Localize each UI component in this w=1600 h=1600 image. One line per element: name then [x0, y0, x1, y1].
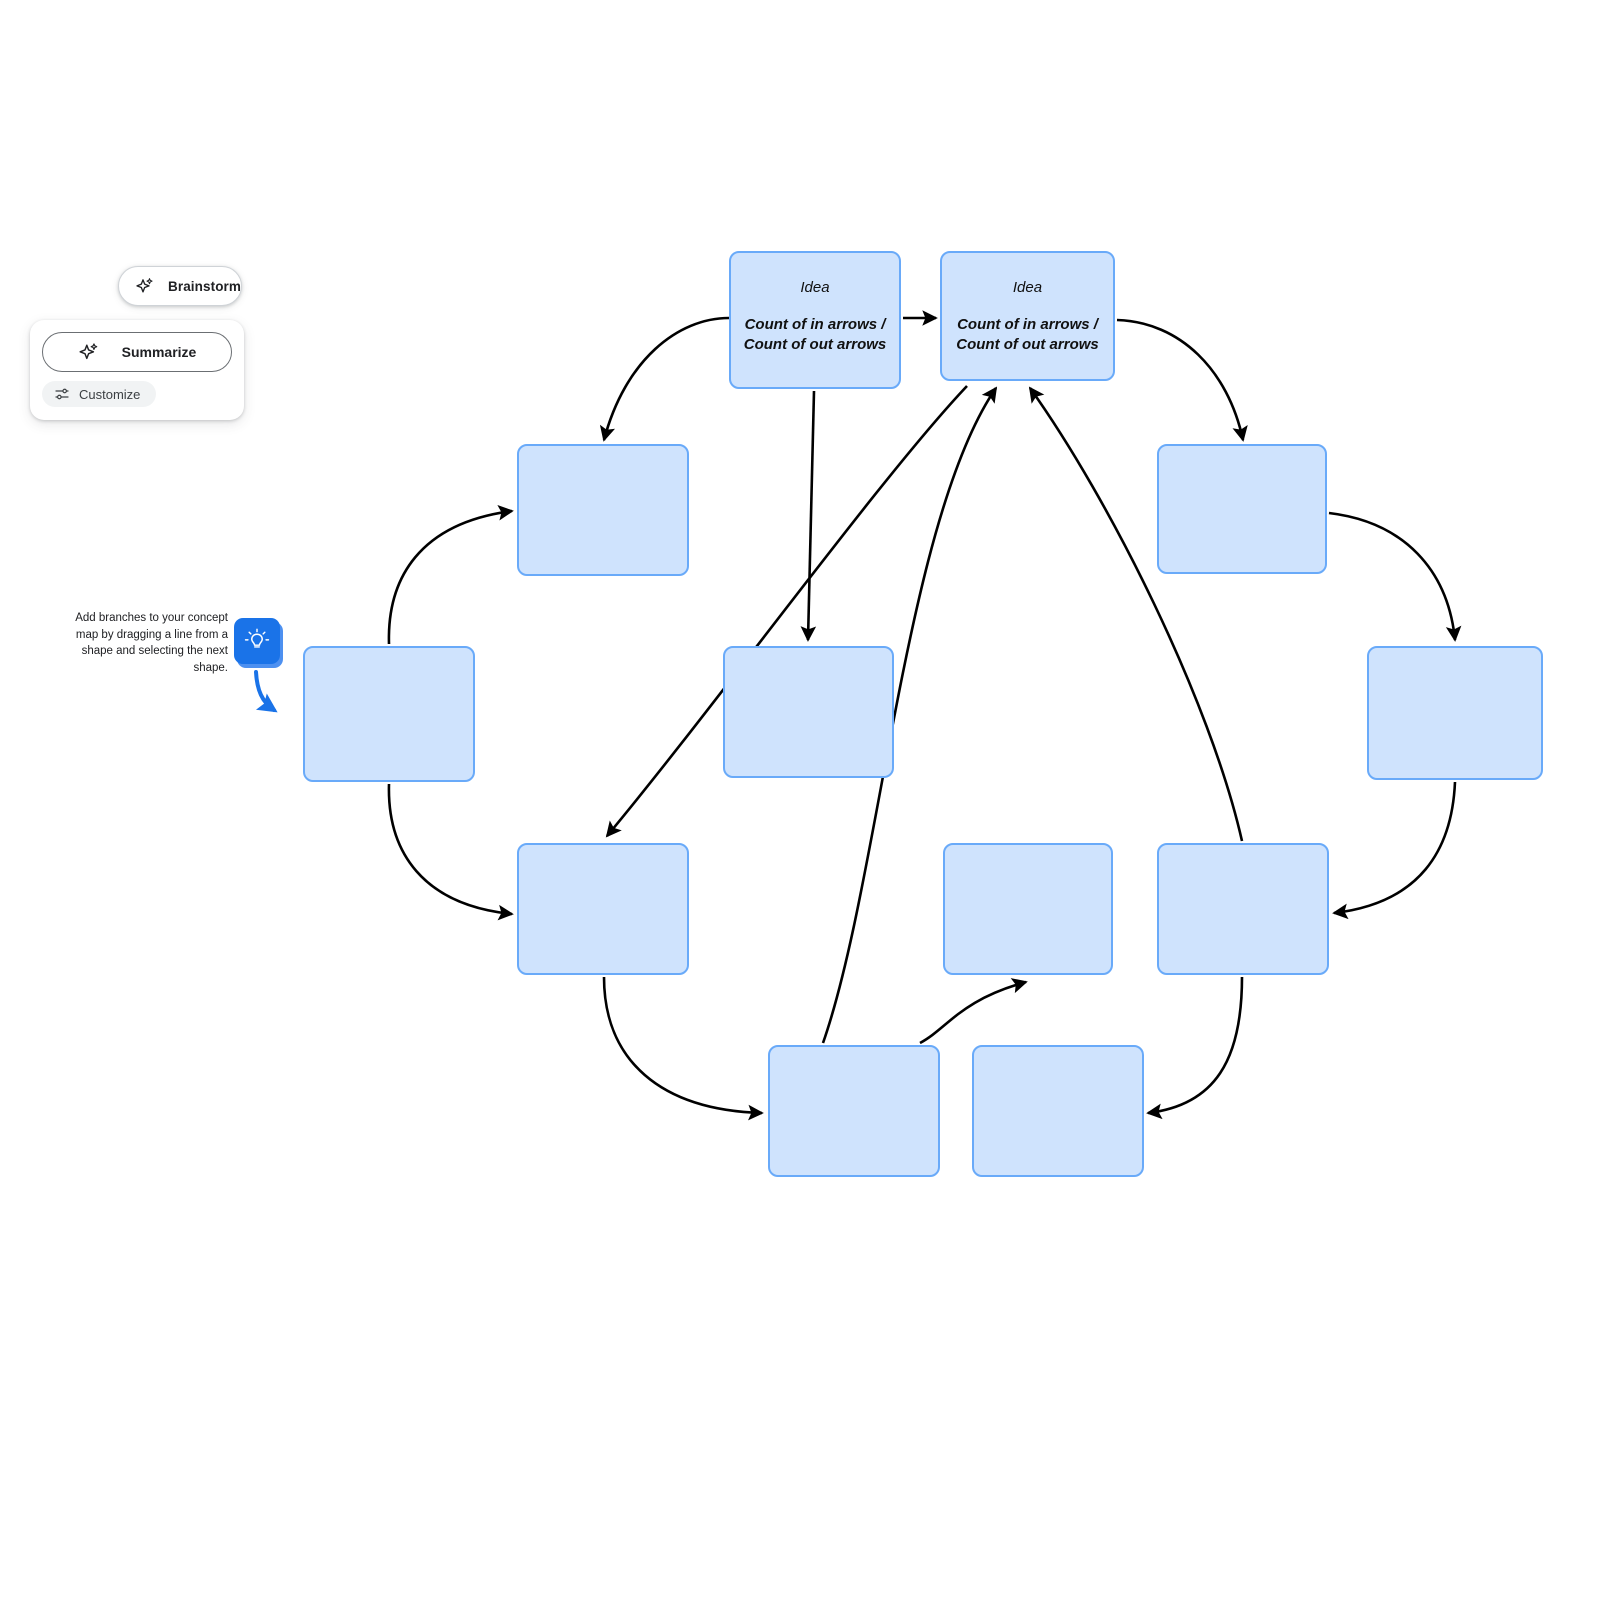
brainstorm-label: Brainstorm [168, 278, 242, 294]
shape-9[interactable] [943, 843, 1113, 975]
shape-4[interactable] [1157, 444, 1327, 574]
summarize-label: Summarize [121, 344, 197, 360]
shape-7[interactable] [1367, 646, 1543, 780]
shape-idea-2[interactable]: Idea Count of in arrows / Count of out a… [940, 251, 1115, 381]
shape-text: Count of in arrows / Count of out arrows [956, 316, 1099, 354]
shape-8[interactable] [517, 843, 689, 975]
customize-label: Customize [79, 386, 141, 402]
connector-shape4-shape7 [1328, 511, 1462, 642]
tip-text: Add branches to your concept map by drag… [75, 612, 228, 675]
shape-10[interactable] [1157, 843, 1329, 975]
connector-shape10-shape12 [1146, 976, 1244, 1120]
shape-idea-1[interactable]: Idea Count of in arrows / Count of out a… [729, 251, 901, 389]
connector-shape5-shape3 [387, 505, 514, 645]
connector-shape5-shape8 [387, 783, 514, 921]
lightbulb-icon [243, 627, 271, 655]
connector-shape11-shape9 [919, 978, 1028, 1045]
curved-arrow-icon [254, 670, 278, 713]
summarize-button[interactable]: Summarize [42, 332, 232, 372]
customize-button[interactable]: Customize [42, 381, 156, 407]
summarize-panel: Summarize Customize [30, 320, 244, 420]
connector-idea2-shape4 [1116, 318, 1248, 442]
brainstorm-button[interactable]: Brainstorm [118, 266, 242, 306]
shape-11[interactable] [768, 1045, 940, 1177]
shape-3[interactable] [517, 444, 689, 576]
shape-type-label: Idea [800, 279, 830, 296]
tune-sliders-icon [54, 386, 70, 402]
connector-idea1-shape6 [800, 390, 817, 642]
concept-map-canvas[interactable]: Idea Count of in arrows / Count of out a… [0, 0, 1600, 1600]
shape-12[interactable] [972, 1045, 1144, 1177]
connector-idea1-shape3 [599, 316, 730, 442]
shape-5[interactable] [303, 646, 475, 782]
connector-shape8-shape11 [602, 976, 764, 1121]
sparkle-icon [135, 276, 155, 296]
shape-text: Count of in arrows / Count of out arrows [743, 316, 887, 354]
sparkle-icon [78, 341, 100, 363]
shape-type-label: Idea [1012, 279, 1043, 296]
connector-shape7-shape10 [1332, 781, 1457, 920]
connector-layer [387, 310, 1462, 1121]
shape-6[interactable] [723, 646, 894, 778]
lightbulb-icon-button[interactable] [234, 618, 280, 664]
